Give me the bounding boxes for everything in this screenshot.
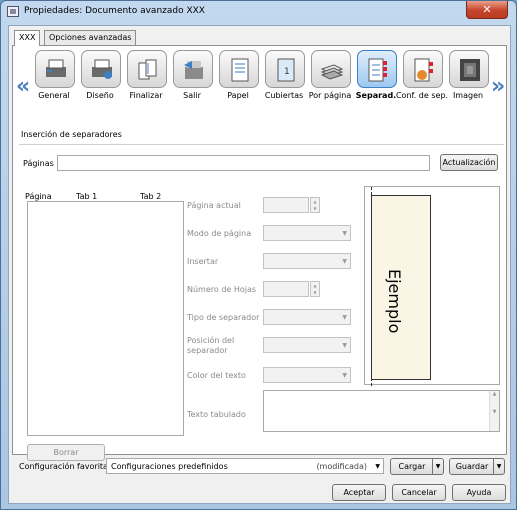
column-tab2: Tab 2 bbox=[140, 192, 162, 201]
separator-list[interactable] bbox=[27, 201, 184, 436]
layout-icon bbox=[81, 50, 121, 88]
delete-button[interactable]: Borrar bbox=[27, 444, 105, 461]
tab-separator-icon bbox=[357, 50, 397, 88]
output-tray-icon bbox=[173, 50, 213, 88]
tab-xxx[interactable]: XXX bbox=[14, 30, 41, 46]
close-button[interactable]: ✕ bbox=[466, 1, 508, 19]
title-bar: Propiedades: Documento avanzado XXX ✕ bbox=[1, 1, 516, 23]
ok-button[interactable]: Aceptar bbox=[332, 484, 386, 501]
chevron-down-icon: ▼ bbox=[342, 314, 347, 321]
section-divider bbox=[19, 144, 504, 145]
chevron-down-icon: ▼ bbox=[342, 230, 347, 237]
current-page-input[interactable] bbox=[263, 197, 309, 213]
chevron-down-icon: ▼ bbox=[342, 372, 347, 379]
current-page-label: Página actual bbox=[187, 201, 241, 210]
save-button-label: Guardar bbox=[455, 462, 489, 471]
load-button[interactable]: Cargar ▼ bbox=[390, 458, 444, 475]
chevron-down-icon[interactable]: ▼ bbox=[493, 459, 504, 474]
tab-edge-line bbox=[371, 187, 372, 386]
modified-indicator: (modificada) bbox=[316, 462, 367, 471]
text-color-select[interactable]: ▼ bbox=[263, 367, 351, 383]
current-page-spinner[interactable]: ▲ ▼ bbox=[310, 197, 320, 213]
per-page-icon bbox=[311, 50, 351, 88]
separator-position-select[interactable]: ▼ bbox=[263, 337, 351, 353]
pages-input[interactable] bbox=[57, 155, 430, 171]
chevron-down-icon: ▼ bbox=[342, 342, 347, 349]
sample-text: Ejemplo bbox=[385, 269, 404, 334]
sheet-count-input[interactable] bbox=[263, 281, 309, 297]
text-color-label: Color del texto bbox=[187, 371, 246, 380]
chevron-down-icon: ▼ bbox=[342, 258, 347, 265]
textarea-scrollbar[interactable]: ▲ ▼ bbox=[489, 391, 499, 431]
tab-text-area[interactable]: ▲ ▼ bbox=[263, 390, 500, 432]
favorites-select[interactable]: Configuraciones predefinidos (modificada… bbox=[106, 458, 384, 474]
sheet-count-label: Número de Hojas bbox=[187, 285, 257, 294]
properties-window: Propiedades: Documento avanzado XXX ✕ XX… bbox=[0, 0, 517, 510]
load-button-label: Cargar bbox=[398, 462, 426, 471]
finish-icon bbox=[127, 50, 167, 88]
image-icon bbox=[449, 50, 489, 88]
separator-preview: Ejemplo bbox=[364, 186, 500, 386]
separator-type-label: Tipo de separador bbox=[187, 313, 260, 322]
dialog-client: XXX Opciones avanzadas « » General Diseñ… bbox=[8, 25, 511, 504]
sheet-count-spinner[interactable]: ▲ ▼ bbox=[310, 281, 320, 297]
update-button[interactable]: Actualización bbox=[440, 154, 498, 171]
chevron-down-icon: ▼ bbox=[375, 463, 380, 470]
favorites-value: Configuraciones predefinidos bbox=[111, 462, 228, 471]
toolbar-image[interactable]: Imagen bbox=[445, 48, 491, 104]
tab-pane: « » General Diseño Finalizar Salir Papel… bbox=[12, 45, 507, 461]
paper-icon bbox=[219, 50, 259, 88]
favorites-label: Configuración favorita bbox=[19, 462, 108, 471]
separator-position-label-1: Posición del bbox=[187, 336, 235, 345]
column-page: Página bbox=[25, 192, 52, 201]
cover-icon: 1 bbox=[265, 50, 305, 88]
tab-text-label: Texto tabulado bbox=[187, 410, 246, 419]
separator-type-select[interactable]: ▼ bbox=[263, 309, 351, 325]
separator-config-icon bbox=[403, 50, 443, 88]
insert-label: Insertar bbox=[187, 257, 219, 266]
page-mode-label: Modo de página bbox=[187, 229, 252, 238]
pages-label: Páginas bbox=[23, 159, 54, 168]
insert-select[interactable]: ▼ bbox=[263, 253, 351, 269]
column-tab1: Tab 1 bbox=[76, 192, 98, 201]
help-button[interactable]: Ayuda bbox=[452, 484, 506, 501]
chevron-down-icon[interactable]: ▼ bbox=[432, 459, 443, 474]
save-button[interactable]: Guardar ▼ bbox=[449, 458, 505, 475]
svg-text:1: 1 bbox=[284, 67, 290, 77]
separator-position-label-2: separador bbox=[187, 346, 228, 355]
printer-icon bbox=[7, 6, 19, 17]
page-mode-select[interactable]: ▼ bbox=[263, 225, 351, 241]
sample-page: Ejemplo bbox=[371, 195, 431, 380]
general-icon bbox=[35, 50, 75, 88]
cancel-button[interactable]: Cancelar bbox=[392, 484, 446, 501]
tab-advanced-options[interactable]: Opciones avanzadas bbox=[44, 30, 137, 45]
section-title: Inserción de separadores bbox=[21, 130, 122, 139]
window-title: Propiedades: Documento avanzado XXX bbox=[24, 6, 205, 16]
